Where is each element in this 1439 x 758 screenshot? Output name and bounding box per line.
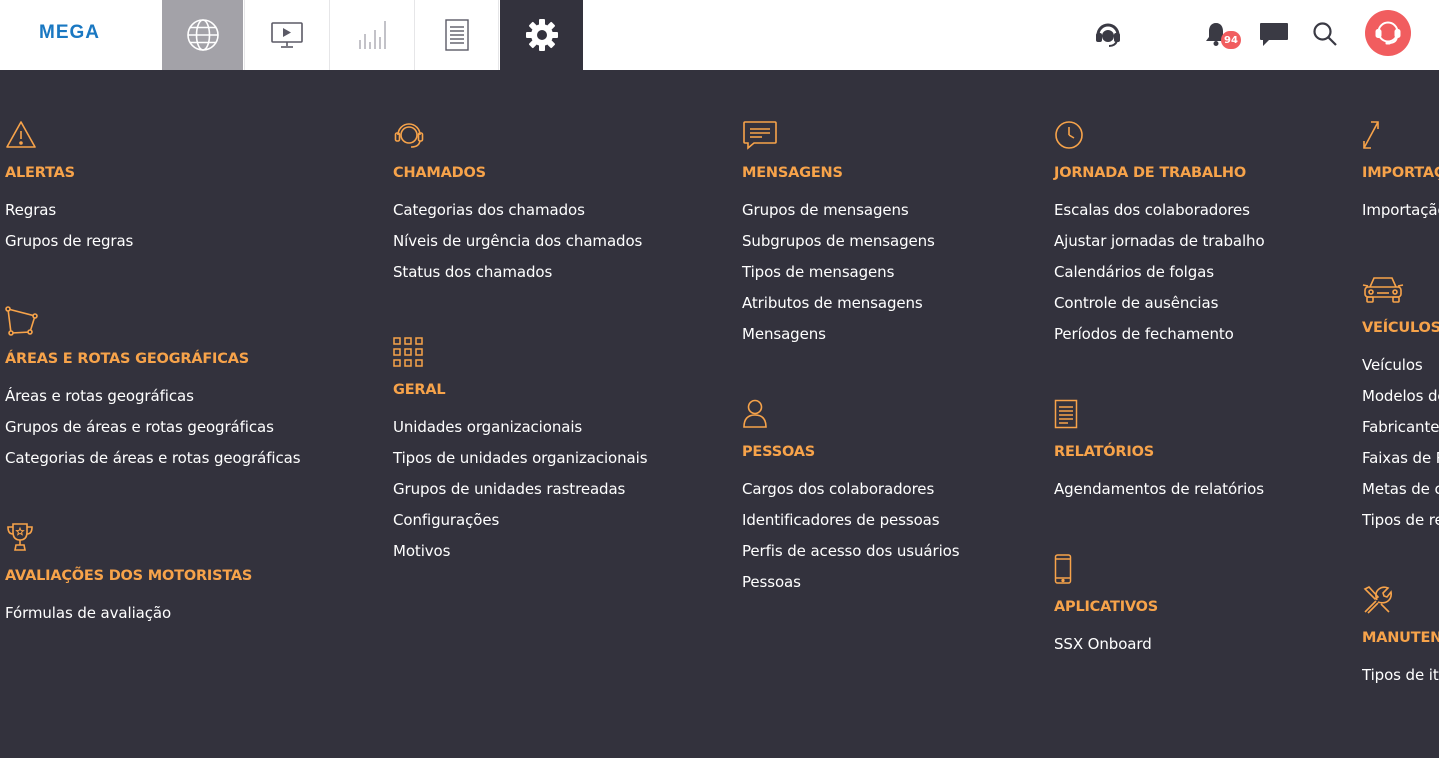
section-heading-importacao[interactable]: IMPORTAÇÃO <box>1362 165 1439 181</box>
section-heading-jornada[interactable]: JORNADA DE TRABALHO <box>1054 165 1246 181</box>
warning-triangle-icon <box>6 121 36 148</box>
menu-item-grupos-areas-rotas[interactable]: Grupos de áreas e rotas geográficas <box>5 418 274 436</box>
section-heading-aplicativos[interactable]: APLICATIVOS <box>1054 599 1158 615</box>
search-icon <box>1313 22 1337 46</box>
messages-button[interactable] <box>1258 20 1290 48</box>
menu-item-modelos-veiculos[interactable]: Modelos de veículos <box>1362 387 1439 405</box>
tab-video[interactable] <box>244 0 328 70</box>
video-monitor-icon <box>270 22 303 48</box>
bar-chart-icon <box>358 21 386 49</box>
tab-reports[interactable] <box>414 0 499 70</box>
menu-item-ajustar-jornadas[interactable]: Ajustar jornadas de trabalho <box>1054 232 1265 250</box>
section-heading-avaliacoes[interactable]: AVALIAÇÕES DOS MOTORISTAS <box>5 568 252 584</box>
menu-item-periodos-fechamento[interactable]: Períodos de fechamento <box>1054 325 1234 343</box>
menu-item-mensagens[interactable]: Mensagens <box>742 325 826 343</box>
menu-item-grupos-unidades-rastreadas[interactable]: Grupos de unidades rastreadas <box>393 480 625 498</box>
menu-item-tipos-mensagens[interactable]: Tipos de mensagens <box>742 263 894 281</box>
menu-item-categorias-chamados[interactable]: Categorias dos chamados <box>393 201 585 219</box>
menu-item-escalas-colaboradores[interactable]: Escalas dos colaboradores <box>1054 201 1250 219</box>
menu-item-formulas-avaliacao[interactable]: Fórmulas de avaliação <box>5 604 171 622</box>
menu-item-pessoas[interactable]: Pessoas <box>742 573 801 591</box>
menu-item-regras[interactable]: Regras <box>5 201 56 219</box>
menu-item-ssx-onboard[interactable]: SSX Onboard <box>1054 635 1152 653</box>
section-heading-areas-rotas[interactable]: ÁREAS E ROTAS GEOGRÁFICAS <box>5 351 249 367</box>
menu-item-atributos-mensagens[interactable]: Atributos de mensagens <box>742 294 923 312</box>
trophy-icon <box>7 523 33 551</box>
search-button[interactable] <box>1311 20 1339 48</box>
menu-item-veiculos[interactable]: Veículos <box>1362 356 1423 374</box>
headset-icon <box>394 123 424 148</box>
gear-icon <box>525 19 558 51</box>
menu-item-calendarios-folgas[interactable]: Calendários de folgas <box>1054 263 1214 281</box>
section-heading-mensagens[interactable]: MENSAGENS <box>742 165 843 181</box>
section-heading-geral[interactable]: GERAL <box>393 382 446 398</box>
menu-item-grupos-mensagens[interactable]: Grupos de mensagens <box>742 201 909 219</box>
menu-item-grupos-de-regras[interactable]: Grupos de regras <box>5 232 133 250</box>
menu-item-unidades-organizacionais[interactable]: Unidades organizacionais <box>393 418 582 436</box>
tab-settings[interactable] <box>500 0 583 70</box>
section-heading-veiculos[interactable]: VEÍCULOS <box>1362 320 1439 336</box>
menu-item-identificadores-pessoas[interactable]: Identificadores de pessoas <box>742 511 940 529</box>
import-arrows-icon <box>1363 121 1379 149</box>
document-icon <box>444 19 469 51</box>
message-icon <box>743 121 777 150</box>
menu-item-niveis-urgencia[interactable]: Níveis de urgência dos chamados <box>393 232 642 250</box>
menu-item-controle-ausencias[interactable]: Controle de ausências <box>1054 294 1218 312</box>
section-heading-relatorios[interactable]: RELATÓRIOS <box>1054 444 1154 460</box>
menu-item-configuracoes[interactable]: Configurações <box>393 511 499 529</box>
menu-item-fabricantes[interactable]: Fabricantes <box>1362 418 1439 436</box>
menu-item-categorias-areas-rotas[interactable]: Categorias de áreas e rotas geográficas <box>5 449 301 467</box>
section-heading-manutencao[interactable]: MANUTENÇÃO <box>1362 630 1439 646</box>
car-icon <box>1362 277 1404 303</box>
globe-icon <box>186 19 219 51</box>
section-heading-pessoas[interactable]: PESSOAS <box>742 444 815 460</box>
menu-item-areas-rotas[interactable]: Áreas e rotas geográficas <box>5 387 194 405</box>
person-icon <box>743 399 767 428</box>
menu-item-agendamentos-relatorios[interactable]: Agendamentos de relatórios <box>1054 480 1264 498</box>
menu-item-metas-consumo[interactable]: Metas de consumo <box>1362 480 1439 498</box>
notifications-count-badge: 94 <box>1221 31 1241 49</box>
polygon-icon <box>5 306 38 336</box>
menu-item-cargos-colaboradores[interactable]: Cargos dos colaboradores <box>742 480 934 498</box>
smartphone-icon <box>1054 554 1072 584</box>
menu-item-tipos-registros[interactable]: Tipos de registros <box>1362 511 1439 529</box>
tab-charts[interactable] <box>329 0 413 70</box>
headset-icon <box>1096 23 1120 47</box>
menu-item-importacao[interactable]: Importação <box>1362 201 1439 219</box>
clock-icon <box>1055 121 1083 149</box>
menu-item-subgrupos-mensagens[interactable]: Subgrupos de mensagens <box>742 232 935 250</box>
chat-bubble-icon <box>1260 23 1288 46</box>
mega-logo[interactable]: MEGA <box>39 19 100 47</box>
menu-item-tipos-itens[interactable]: Tipos de itens <box>1362 666 1439 684</box>
tab-map[interactable] <box>162 0 243 70</box>
menu-item-perfis-acesso[interactable]: Perfis de acesso dos usuários <box>742 542 960 560</box>
menu-column-5: IMPORTAÇÃO Importação VEÍCULOS Veículos … <box>1362 0 1439 758</box>
section-heading-alertas[interactable]: ALERTAS <box>5 165 75 181</box>
menu-item-faixas-rpm[interactable]: Faixas de RPM <box>1362 449 1439 467</box>
document-icon <box>1054 399 1078 429</box>
menu-item-tipos-unidades[interactable]: Tipos de unidades organizacionais <box>393 449 648 467</box>
support-button[interactable] <box>1092 19 1124 49</box>
menu-item-status-chamados[interactable]: Status dos chamados <box>393 263 552 281</box>
section-heading-chamados[interactable]: CHAMADOS <box>393 165 486 181</box>
top-bar: MEGA 94 <box>0 0 1439 70</box>
menu-item-motivos[interactable]: Motivos <box>393 542 450 560</box>
tools-icon <box>1363 586 1392 614</box>
grid-icon <box>393 337 423 367</box>
